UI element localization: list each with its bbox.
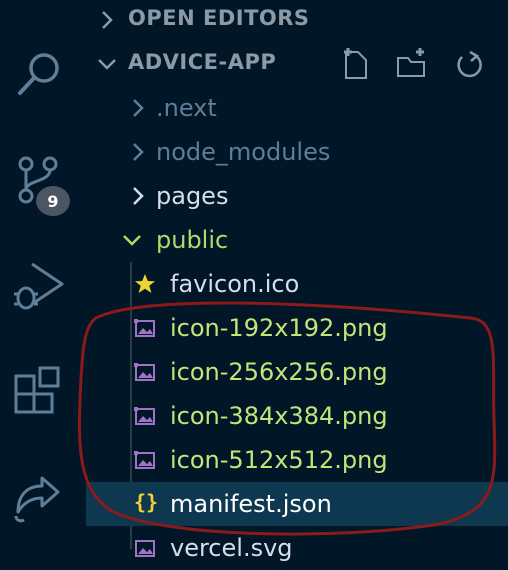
tree-file-icon-384[interactable]: icon-384x384.png [86,394,508,438]
chevron-down-icon [123,235,141,246]
source-control-badge: 9 [36,186,70,216]
project-header[interactable]: ADVICE-APP [86,44,508,84]
explorer-panel: OPEN EDITORS ADVICE-APP .next node_modul… [86,0,508,562]
new-file-icon[interactable] [338,48,372,82]
tree-file-favicon[interactable]: favicon.ico [86,262,508,306]
tree-label: .next [156,94,217,122]
refresh-icon[interactable] [452,48,486,82]
tree-file-icon-256[interactable]: icon-256x256.png [86,350,508,394]
run-debug-icon[interactable] [12,258,68,314]
image-file-icon [134,363,155,381]
tree-label: icon-384x384.png [170,402,388,430]
tree-file-manifest[interactable]: {} manifest.json [86,482,508,526]
new-folder-icon[interactable] [394,48,428,82]
tree-folder-public[interactable]: public [86,218,508,262]
image-file-icon [135,540,155,557]
project-title: ADVICE-APP [128,50,277,74]
search-icon[interactable] [12,44,68,100]
chevron-right-icon [133,187,144,205]
tree-label: icon-256x256.png [170,358,388,386]
json-braces-icon: {} [134,490,159,514]
tree-file-vercel[interactable]: vercel.svg [86,526,508,570]
tree-label: pages [156,182,229,210]
tree-folder-next[interactable]: .next [86,86,508,130]
tree-label: manifest.json [170,490,332,518]
open-editors-header[interactable]: OPEN EDITORS [86,0,508,40]
open-editors-title: OPEN EDITORS [128,6,310,30]
tree-folder-pages[interactable]: pages [86,174,508,218]
tree-file-icon-192[interactable]: icon-192x192.png [86,306,508,350]
remote-icon[interactable] [12,468,68,524]
image-file-icon [134,407,155,425]
star-icon [135,274,155,293]
tree-file-icon-512[interactable]: icon-512x512.png [86,438,508,482]
tree-label: icon-512x512.png [170,446,388,474]
extensions-icon[interactable] [12,366,68,422]
tree-label: node_modules [156,138,331,166]
tree-label: favicon.ico [170,270,300,298]
tree-label: icon-192x192.png [170,314,388,342]
chevron-right-icon [133,99,144,117]
tree-label: vercel.svg [170,534,293,562]
image-file-icon [134,319,155,337]
tree-folder-node-modules[interactable]: node_modules [86,130,508,174]
tree-label: public [156,226,229,254]
chevron-down-icon [98,59,116,70]
image-file-icon [134,451,155,469]
chevron-right-icon [102,11,113,29]
activity-bar: 9 [0,0,84,549]
chevron-right-icon [133,143,144,161]
